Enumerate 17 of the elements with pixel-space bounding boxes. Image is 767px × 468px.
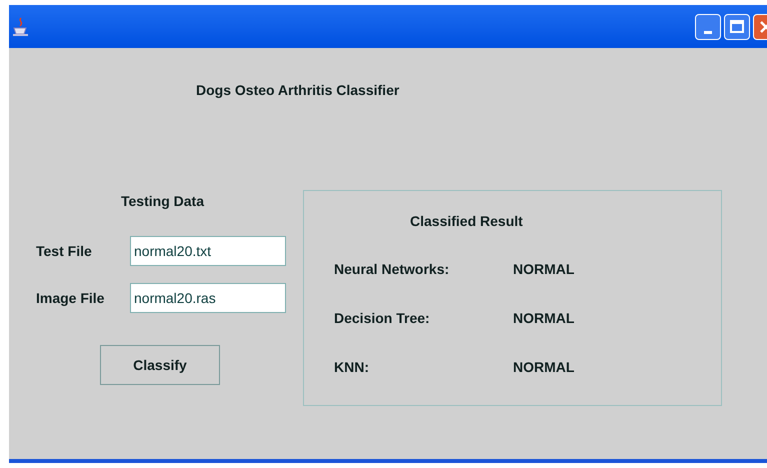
input-field[interactable]: normal20.txt	[130, 236, 286, 266]
result-label: KNN:	[334, 358, 370, 377]
result-label: Neural Networks:	[334, 260, 450, 279]
field-label: Image File	[36, 288, 106, 308]
field-label: Test File	[36, 242, 93, 260]
section-heading: Classified Result	[410, 213, 523, 229]
maximize-button[interactable]	[724, 14, 750, 40]
result-label: Decision Tree:	[334, 309, 431, 328]
result-value: NORMAL	[513, 260, 574, 279]
minimize-button[interactable]	[695, 14, 721, 40]
cup-icon	[13, 16, 29, 36]
app-title: Dogs Osteo Arthritis Classifier	[196, 82, 400, 98]
classify-button[interactable]: Classify	[100, 345, 220, 385]
result-value: NORMAL	[513, 309, 574, 328]
section-heading: Testing Data	[121, 193, 204, 209]
input-field[interactable]: normal20.ras	[130, 283, 286, 313]
result-value: NORMAL	[513, 358, 574, 377]
